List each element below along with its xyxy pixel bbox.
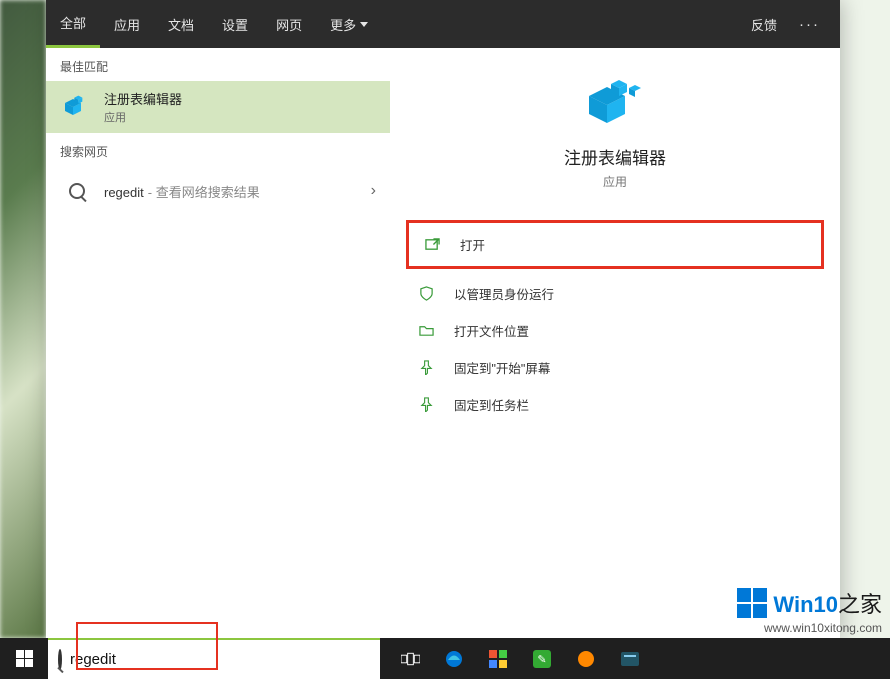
start-button[interactable] xyxy=(0,638,48,679)
tab-apps[interactable]: 应用 xyxy=(100,0,154,48)
best-match-text: 注册表编辑器 应用 xyxy=(104,89,182,125)
web-result-text: regedit - 查看网络搜索结果 xyxy=(104,182,260,201)
desktop-background xyxy=(0,0,46,638)
preview-header: 注册表编辑器 应用 xyxy=(390,70,840,190)
more-options-button[interactable]: ··· xyxy=(789,16,830,33)
tab-more[interactable]: 更多 xyxy=(316,0,382,48)
taskbar-search-box[interactable] xyxy=(48,638,380,679)
tab-all[interactable]: 全部 xyxy=(46,0,100,48)
tab-more-label: 更多 xyxy=(330,15,356,34)
action-pin-to-start[interactable]: 固定到"开始"屏幕 xyxy=(406,349,824,386)
watermark-url: www.win10xitong.com xyxy=(737,621,882,635)
action-open-file-location[interactable]: 打开文件位置 xyxy=(406,312,824,349)
watermark-brand-b: 之家 xyxy=(838,592,882,617)
tab-documents[interactable]: 文档 xyxy=(154,0,208,48)
action-run-as-admin[interactable]: 以管理员身份运行 xyxy=(406,275,824,312)
taskbar: ✎ xyxy=(0,638,890,679)
taskbar-app-icon[interactable] xyxy=(476,638,520,679)
shield-icon xyxy=(416,286,436,301)
feedback-button[interactable]: 反馈 xyxy=(739,15,789,34)
action-run-admin-label: 以管理员身份运行 xyxy=(454,284,554,303)
results-left-column: 最佳匹配 注册表编辑器 xyxy=(46,48,390,638)
action-open-label: 打开 xyxy=(460,235,485,254)
taskbar-edge-icon[interactable] xyxy=(432,638,476,679)
pin-icon xyxy=(416,397,436,412)
web-term: regedit xyxy=(104,185,144,200)
action-pin-taskbar-label: 固定到任务栏 xyxy=(454,395,529,414)
svg-text:✎: ✎ xyxy=(537,654,546,666)
best-match-title: 注册表编辑器 xyxy=(104,89,182,108)
watermark-brand: Win10之家 xyxy=(773,587,882,619)
search-icon xyxy=(58,651,62,669)
open-icon xyxy=(422,237,442,252)
chevron-down-icon xyxy=(360,22,368,27)
taskbar-app-icon[interactable] xyxy=(608,638,652,679)
pin-icon xyxy=(416,360,436,375)
search-filter-tabs: 全部 应用 文档 设置 网页 更多 反馈 ··· xyxy=(46,0,840,48)
chevron-right-icon: › xyxy=(371,182,376,200)
web-hint: - 查看网络搜索结果 xyxy=(148,182,260,201)
section-best-match: 最佳匹配 xyxy=(46,48,390,81)
results-preview-column: 注册表编辑器 应用 打开 以管理员身份运行 xyxy=(390,48,840,638)
action-open[interactable]: 打开 xyxy=(412,226,818,263)
regedit-icon xyxy=(60,90,94,124)
watermark-brand-a: Win10 xyxy=(773,592,838,617)
action-open-location-label: 打开文件位置 xyxy=(454,321,529,340)
web-search-result[interactable]: regedit - 查看网络搜索结果 › xyxy=(46,166,390,216)
best-match-result[interactable]: 注册表编辑器 应用 xyxy=(46,81,390,133)
action-pin-start-label: 固定到"开始"屏幕 xyxy=(454,358,550,377)
search-results-panel: 全部 应用 文档 设置 网页 更多 反馈 ··· 最佳匹配 xyxy=(46,0,840,638)
tab-web[interactable]: 网页 xyxy=(262,0,316,48)
tab-settings[interactable]: 设置 xyxy=(208,0,262,48)
regedit-large-icon xyxy=(583,70,647,134)
task-view-button[interactable] xyxy=(388,638,432,679)
windows-start-icon xyxy=(16,650,33,667)
folder-icon xyxy=(416,323,436,338)
best-match-subtitle: 应用 xyxy=(104,109,182,125)
section-search-web: 搜索网页 xyxy=(46,133,390,166)
preview-subtitle: 应用 xyxy=(410,173,820,190)
watermark: Win10之家 www.win10xitong.com xyxy=(737,587,882,635)
preview-title: 注册表编辑器 xyxy=(410,144,820,169)
search-icon xyxy=(60,174,94,208)
watermark-logo: Win10之家 xyxy=(737,587,882,619)
search-input[interactable] xyxy=(70,651,370,668)
taskbar-pinned-apps: ✎ xyxy=(388,638,652,679)
open-highlight-box: 打开 xyxy=(406,220,824,269)
taskbar-app-icon[interactable] xyxy=(564,638,608,679)
panel-body: 最佳匹配 注册表编辑器 xyxy=(46,48,840,638)
action-pin-to-taskbar[interactable]: 固定到任务栏 xyxy=(406,386,824,423)
windows-logo-icon xyxy=(737,588,767,618)
taskbar-app-icon[interactable]: ✎ xyxy=(520,638,564,679)
preview-actions: 打开 以管理员身份运行 打开文件位置 xyxy=(390,220,840,423)
